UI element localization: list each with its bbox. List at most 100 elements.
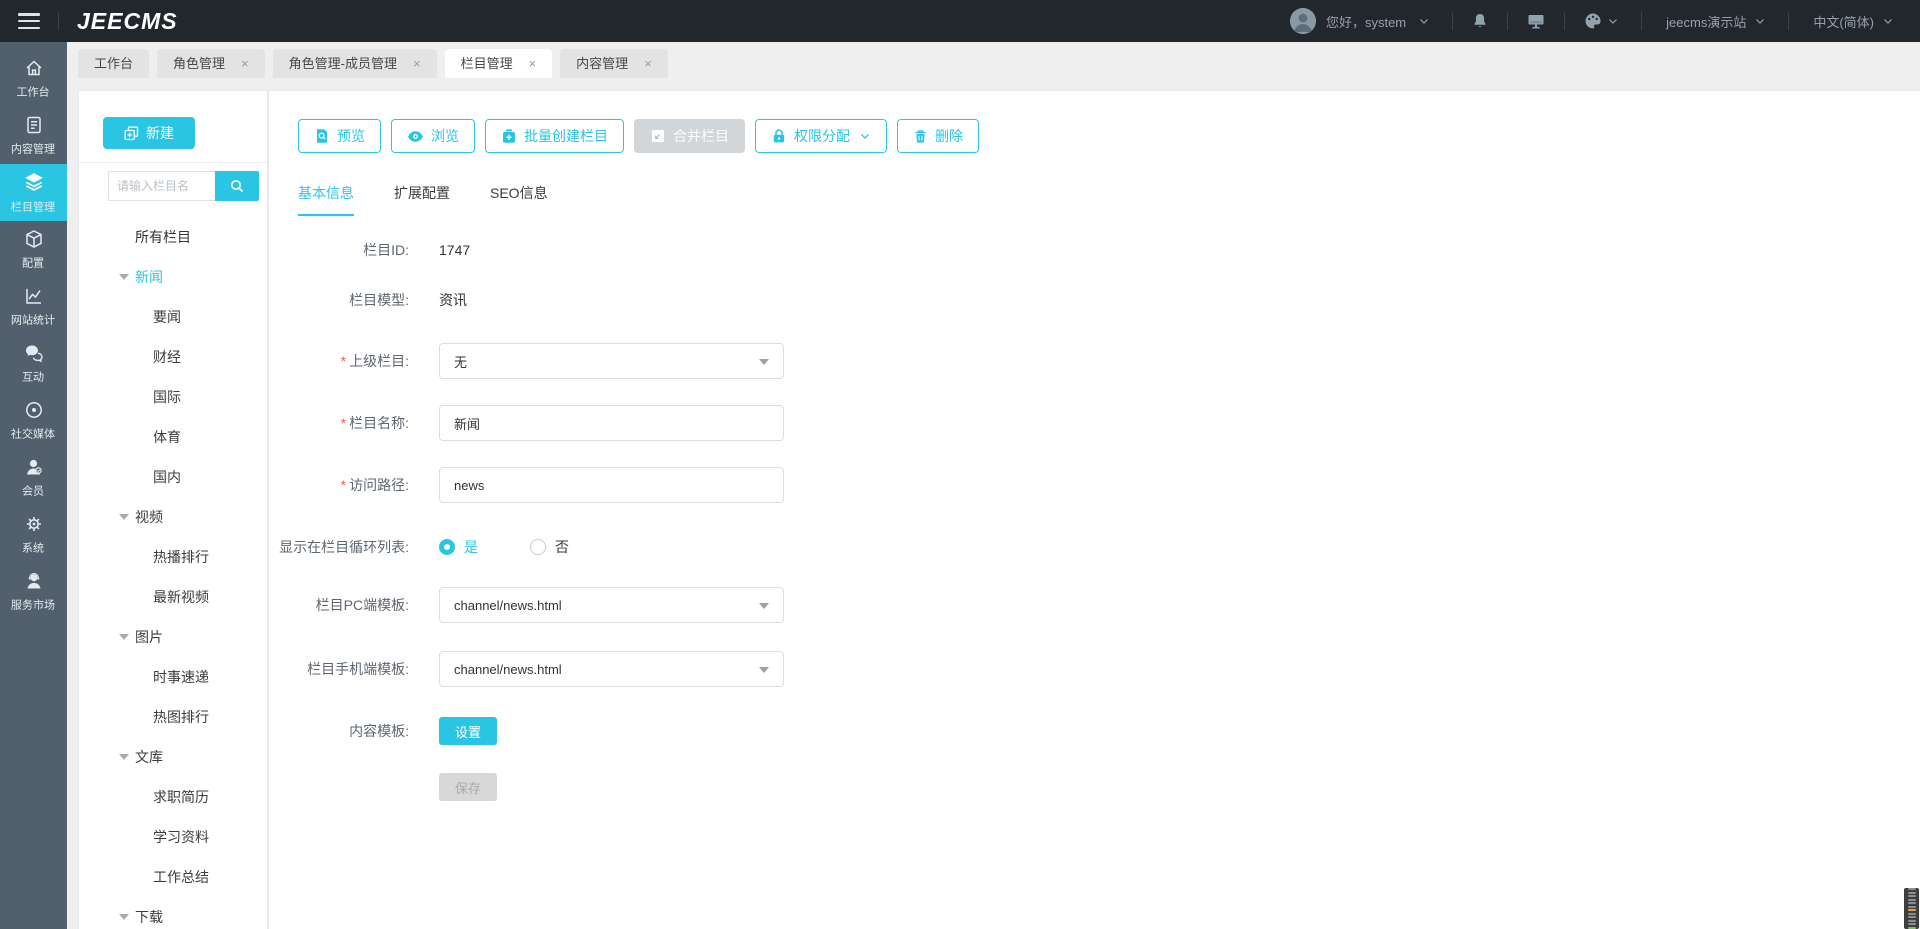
tree-node[interactable]: 热图排行 xyxy=(79,697,267,737)
close-icon[interactable]: × xyxy=(241,57,249,70)
button-label: 批量创建栏目 xyxy=(524,128,608,144)
sidebar-item-label: 会员 xyxy=(22,484,45,497)
batch-create-button[interactable]: 批量创建栏目 xyxy=(485,119,624,153)
browse-button[interactable]: 浏览 xyxy=(391,119,475,153)
chevron-down-icon xyxy=(759,667,769,673)
chevron-down-icon xyxy=(859,130,871,142)
permission-assign-button[interactable]: 权限分配 xyxy=(755,119,887,153)
chevron-down-icon[interactable] xyxy=(1754,15,1766,27)
sidebar-item-members[interactable]: 会员 xyxy=(0,449,67,506)
caret-down-icon[interactable] xyxy=(119,514,129,520)
tab-basic-info[interactable]: 基本信息 xyxy=(298,183,354,216)
parent-channel-select[interactable]: 无 xyxy=(439,343,784,379)
sidebar-item-workbench[interactable]: 工作台 xyxy=(0,50,67,107)
user-greeting[interactable]: 您好，system xyxy=(1326,12,1406,31)
channel-name-input[interactable] xyxy=(439,405,784,441)
sidebar-item-system[interactable]: 系统 xyxy=(0,506,67,563)
tree-node[interactable]: 体育 xyxy=(79,417,267,457)
sidebar-item-interaction[interactable]: 互动 xyxy=(0,335,67,392)
sidebar-item-config[interactable]: 配置 xyxy=(0,221,67,278)
form-tabs: 基本信息 扩展配置 SEO信息 xyxy=(298,183,1920,216)
side-navigation: 工作台 内容管理 栏目管理 配置 网站统计 互动 社交媒体 会员 系统 服务市场 xyxy=(0,42,67,929)
tree-node[interactable]: 最新视频 xyxy=(79,577,267,617)
monitor-icon[interactable] xyxy=(1526,11,1546,31)
tree-node[interactable]: 国内 xyxy=(79,457,267,497)
access-path-input[interactable] xyxy=(439,467,784,503)
preview-doc-icon xyxy=(317,129,327,143)
minimap-scrollbar[interactable] xyxy=(1904,888,1919,929)
sidebar-item-service-market[interactable]: 服务市场 xyxy=(0,563,67,620)
tree-node[interactable]: 国际 xyxy=(79,377,267,417)
radio-unchecked-icon[interactable] xyxy=(530,539,546,555)
tab-label: 栏目管理 xyxy=(460,56,513,71)
tree-node[interactable]: 时事速递 xyxy=(79,657,267,697)
close-icon[interactable]: × xyxy=(413,57,421,70)
divider xyxy=(58,12,59,30)
mobile-template-select[interactable]: channel/news.html xyxy=(439,651,784,687)
content-template-label: 内容模板: xyxy=(349,723,409,739)
avatar[interactable] xyxy=(1289,8,1316,34)
tree-node[interactable]: 文库 xyxy=(79,737,267,777)
tab-role-member-management[interactable]: 角色管理-成员管理 × xyxy=(272,49,437,78)
sidebar-item-content[interactable]: 内容管理 xyxy=(0,107,67,164)
delete-button[interactable]: 删除 xyxy=(897,119,979,153)
caret-down-icon[interactable] xyxy=(119,634,129,640)
tab-seo-info[interactable]: SEO信息 xyxy=(490,183,548,216)
language-selector[interactable]: 中文(简体) xyxy=(1813,12,1874,31)
preview-button[interactable]: 预览 xyxy=(298,119,381,153)
close-icon[interactable]: × xyxy=(529,57,537,70)
tree-node[interactable]: 视频 xyxy=(79,497,267,537)
content-area: 新建 所有栏目 新闻 要闻 财经 国际 体育 国内 视频 热播排行 最新视频 图… xyxy=(67,78,1920,929)
chevron-down-icon[interactable] xyxy=(1882,15,1894,27)
tab-role-management[interactable]: 角色管理 × xyxy=(157,49,265,78)
divider xyxy=(1641,12,1643,30)
chevron-down-icon[interactable] xyxy=(1418,15,1430,27)
caret-down-icon[interactable] xyxy=(119,914,129,920)
layers-icon xyxy=(24,172,43,191)
tree-node[interactable]: 热播排行 xyxy=(79,537,267,577)
tab-workbench[interactable]: 工作台 xyxy=(78,49,150,78)
sidebar-item-social-media[interactable]: 社交媒体 xyxy=(0,392,67,449)
channel-name-label: * 栏目名称: xyxy=(340,415,409,431)
close-icon[interactable]: × xyxy=(644,57,652,70)
channel-search-input[interactable] xyxy=(108,171,215,201)
tree-root-all-channels[interactable]: 所有栏目 xyxy=(79,217,267,257)
new-channel-label: 新建 xyxy=(146,125,174,141)
tab-channel-management[interactable]: 栏目管理 × xyxy=(444,49,553,78)
tree-node[interactable]: 要闻 xyxy=(79,297,267,337)
tree-node[interactable]: 工作总结 xyxy=(79,857,267,897)
radio-option-no[interactable]: 否 xyxy=(530,537,569,557)
tree-node[interactable]: 下载 xyxy=(79,897,267,929)
pc-template-select[interactable]: channel/news.html xyxy=(439,587,784,623)
home-icon xyxy=(25,59,42,75)
notification-bell-icon[interactable] xyxy=(1471,12,1489,30)
merge-channel-button: 合并栏目 xyxy=(634,119,745,153)
tab-label: 角色管理-成员管理 xyxy=(288,56,397,71)
channel-tree-panel: 新建 所有栏目 新闻 要闻 财经 国际 体育 国内 视频 热播排行 最新视频 图… xyxy=(78,90,268,929)
site-selector[interactable]: jeecms演示站 xyxy=(1666,12,1746,31)
tab-extended-config[interactable]: 扩展配置 xyxy=(394,183,450,216)
sidebar-item-label: 内容管理 xyxy=(11,142,56,155)
sidebar-item-channel[interactable]: 栏目管理 xyxy=(0,164,67,221)
menu-toggle-icon[interactable] xyxy=(18,13,40,29)
new-channel-button[interactable]: 新建 xyxy=(103,117,195,149)
sidebar-item-statistics[interactable]: 网站统计 xyxy=(0,278,67,335)
tree-node[interactable]: 新闻 xyxy=(79,257,267,297)
caret-down-icon[interactable] xyxy=(119,754,129,760)
tree-node[interactable]: 学习资料 xyxy=(79,817,267,857)
chevron-down-icon[interactable] xyxy=(1607,15,1619,27)
tree-node[interactable]: 财经 xyxy=(79,337,267,377)
radio-checked-icon[interactable] xyxy=(439,539,455,555)
caret-down-icon[interactable] xyxy=(119,274,129,280)
tab-content-management[interactable]: 内容管理 × xyxy=(560,49,668,78)
chat-bubbles-icon xyxy=(25,345,43,362)
tree-node[interactable]: 图片 xyxy=(79,617,267,657)
merge-icon xyxy=(652,130,664,142)
radio-option-yes[interactable]: 是 xyxy=(439,537,478,557)
tree-node[interactable]: 求职简历 xyxy=(79,777,267,817)
save-button: 保存 xyxy=(439,773,497,801)
target-icon xyxy=(25,401,42,418)
theme-palette-icon[interactable] xyxy=(1583,11,1603,31)
content-template-set-button[interactable]: 设置 xyxy=(439,717,497,745)
search-button[interactable] xyxy=(215,171,259,201)
